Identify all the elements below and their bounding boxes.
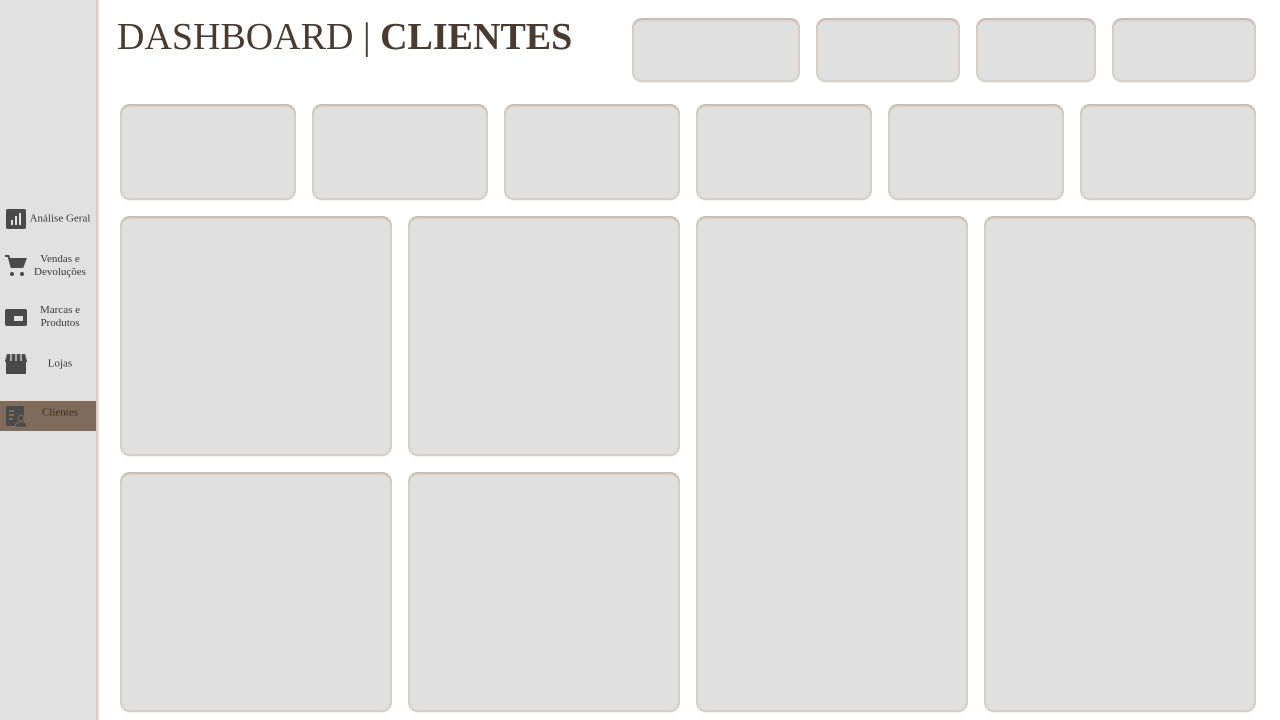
nav-item-lojas[interactable]: Lojas <box>0 348 96 380</box>
chart-panel-5 <box>120 472 392 712</box>
filter-card-3[interactable] <box>976 18 1096 82</box>
chart-panel-6 <box>408 472 680 712</box>
page-title-main: CLIENTES <box>380 16 573 58</box>
cart-icon <box>5 255 27 276</box>
chart-panel-4 <box>984 216 1256 712</box>
nav-label-lojas: Lojas <box>47 357 73 370</box>
nav-label-clientes: Clientes <box>41 406 79 419</box>
filter-card-4[interactable] <box>1112 18 1256 82</box>
filter-card-2[interactable] <box>816 18 960 82</box>
sidebar-divider <box>96 0 99 720</box>
nav-label-vendas-devolucoes: Vendas e Devoluções <box>34 253 86 278</box>
kpi-card-4 <box>696 104 872 200</box>
chart-panel-2 <box>408 216 680 456</box>
nav-label-analise-geral: Análise Geral <box>29 212 91 225</box>
kpi-card-5 <box>888 104 1064 200</box>
kpi-card-3 <box>504 104 680 200</box>
kpi-card-2 <box>312 104 488 200</box>
page-title: DASHBOARD | CLIENTES <box>117 14 572 60</box>
kpi-card-6 <box>1080 104 1256 200</box>
sidebar: Análise Geral Vendas e Devoluções Marcas… <box>0 0 96 720</box>
chart-panel-3 <box>696 216 968 712</box>
nav-item-analise-geral[interactable]: Análise Geral <box>0 203 96 235</box>
client-icon <box>6 406 28 428</box>
nav-label-marcas-produtos: Marcas e Produtos <box>39 304 80 329</box>
store-icon <box>5 354 27 374</box>
nav-item-marcas-produtos[interactable]: Marcas e Produtos <box>0 301 96 333</box>
chart-panel-1 <box>120 216 392 456</box>
nav-item-vendas-devolucoes[interactable]: Vendas e Devoluções <box>0 250 96 282</box>
filter-card-1[interactable] <box>632 18 800 82</box>
page-title-prefix: DASHBOARD | <box>117 16 371 58</box>
wallet-icon <box>5 309 27 326</box>
nav-item-clientes[interactable]: Clientes <box>0 401 96 431</box>
bar-chart-icon <box>6 209 26 229</box>
kpi-card-1 <box>120 104 296 200</box>
